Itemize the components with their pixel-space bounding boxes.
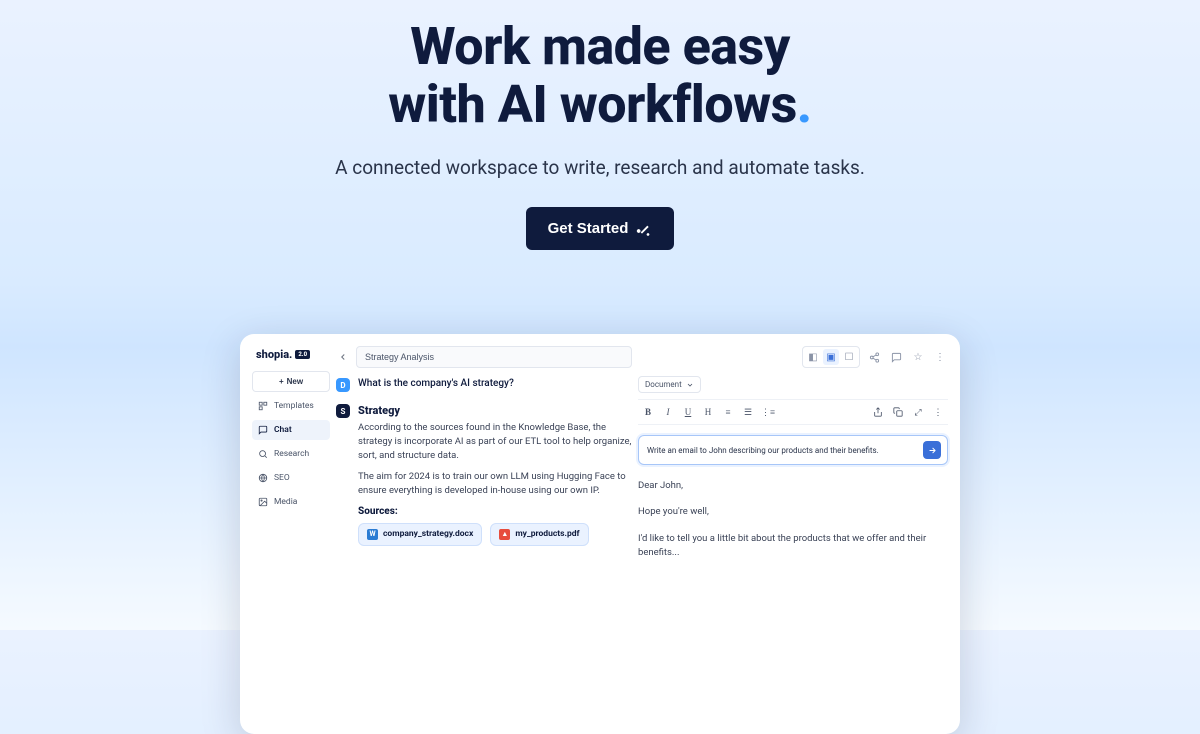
search-icon (258, 449, 268, 459)
user-question: What is the company's AI strategy? (358, 378, 632, 389)
chat-icon (258, 425, 268, 435)
cta-label: Get Started (548, 220, 629, 237)
magic-wand-icon (636, 221, 652, 237)
sidebar: shopia. 2.0 + New Templates Chat Researc… (252, 346, 330, 722)
format-toolbar: B I U H ≡ ☰ ⋮≡ ⤢ ⋮ (638, 399, 948, 425)
comment-button[interactable] (888, 349, 904, 365)
sidebar-item-research[interactable]: Research (252, 444, 330, 464)
sidebar-item-chat[interactable]: Chat (252, 420, 330, 440)
globe-icon (258, 473, 268, 483)
templates-icon (258, 401, 268, 411)
answer-heading: Strategy (358, 404, 632, 417)
doc-more-button[interactable]: ⋮ (930, 404, 946, 420)
sidebar-item-templates[interactable]: Templates (252, 396, 330, 416)
ai-prompt-input[interactable]: Write an email to John describing our pr… (638, 435, 948, 465)
chevron-down-icon (686, 381, 694, 389)
hero-title-line2: with AI workflows (388, 74, 796, 135)
brand-logo: shopia. 2.0 (252, 346, 330, 367)
document-body[interactable]: Dear John, Hope you're well, I'd like to… (638, 479, 948, 572)
version-badge: 2.0 (295, 350, 310, 359)
export-icon (873, 407, 883, 417)
user-avatar: D (336, 378, 350, 392)
image-icon (258, 497, 268, 507)
doc-line-1: Dear John, (638, 479, 948, 493)
expand-button[interactable]: ⤢ (910, 404, 926, 420)
arrow-right-icon (928, 446, 937, 455)
star-button[interactable]: ☆ (910, 349, 926, 365)
back-button[interactable] (336, 350, 350, 364)
source-chip-pdf[interactable]: ▲ my_products.pdf (490, 523, 588, 546)
get-started-button[interactable]: Get Started (526, 207, 675, 250)
hero-title-line1: Work made easy (410, 16, 790, 77)
user-message: D What is the company's AI strategy? (336, 378, 632, 392)
bold-button[interactable]: B (640, 404, 656, 420)
prompt-text: Write an email to John describing our pr… (647, 446, 917, 455)
share-button[interactable] (866, 349, 882, 365)
chevron-left-icon (338, 352, 348, 362)
app-preview: shopia. 2.0 + New Templates Chat Researc… (240, 334, 960, 734)
sidebar-item-media[interactable]: Media (252, 492, 330, 512)
source-chip-docx[interactable]: W company_strategy.docx (358, 523, 482, 546)
hero-accent-dot: . (797, 74, 812, 135)
thread-title-input[interactable] (356, 346, 632, 368)
chat-panel: D What is the company's AI strategy? S S… (336, 346, 632, 722)
sources-heading: Sources: (358, 506, 632, 517)
layout-toggle-3[interactable]: ☐ (841, 349, 857, 365)
ai-message: S Strategy According to the sources foun… (336, 404, 632, 546)
doc-line-3: I'd like to tell you a little bit about … (638, 532, 948, 561)
italic-button[interactable]: I (660, 404, 676, 420)
ai-avatar: S (336, 404, 350, 418)
comment-icon (891, 352, 902, 363)
list-button[interactable]: ☰ (740, 404, 756, 420)
align-button[interactable]: ≡ (720, 404, 736, 420)
copy-button[interactable] (890, 404, 906, 420)
share-icon (869, 352, 880, 363)
export-button[interactable] (870, 404, 886, 420)
underline-button[interactable]: U (680, 404, 696, 420)
new-button[interactable]: + New (252, 371, 330, 392)
send-prompt-button[interactable] (923, 441, 941, 459)
answer-paragraph-2: The aim for 2024 is to train our own LLM… (358, 470, 632, 498)
more-button[interactable]: ⋮ (932, 349, 948, 365)
plus-icon: + (279, 377, 284, 386)
copy-icon (893, 407, 903, 417)
hero-title: Work made easy with AI workflows. (0, 18, 1200, 134)
bullet-button[interactable]: ⋮≡ (760, 404, 776, 420)
document-panel: ◧ ▣ ☐ ☆ ⋮ Document B I U H ≡ (638, 346, 948, 722)
answer-paragraph-1: According to the sources found in the Kn… (358, 421, 632, 462)
panel-toolbar: ◧ ▣ ☐ ☆ ⋮ (638, 346, 948, 368)
heading-button[interactable]: H (700, 404, 716, 420)
sidebar-item-seo[interactable]: SEO (252, 468, 330, 488)
layout-toggle-2[interactable]: ▣ (823, 349, 839, 365)
document-type-select[interactable]: Document (638, 376, 701, 393)
doc-line-2: Hope you're well, (638, 505, 948, 519)
layout-toggle-1[interactable]: ◧ (805, 349, 821, 365)
pdf-file-icon: ▲ (499, 529, 510, 540)
docx-file-icon: W (367, 529, 378, 540)
hero-subtitle: A connected workspace to write, research… (0, 156, 1200, 179)
